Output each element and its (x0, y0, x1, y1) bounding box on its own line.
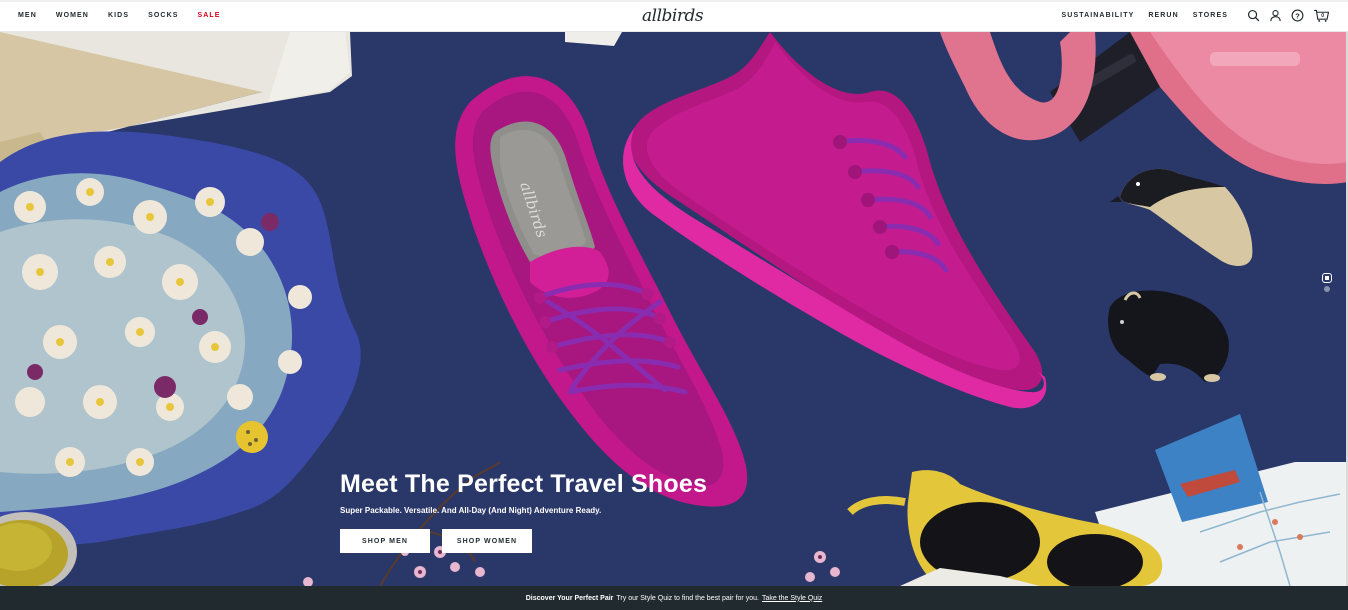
nav-sale[interactable]: SALE (198, 12, 221, 19)
carousel-dots (1322, 273, 1332, 296)
hero-subtitle: Super Packable. Versatile. And All-Day (… (340, 506, 602, 515)
nav-women[interactable]: WOMEN (56, 12, 89, 19)
svg-text:?: ? (1295, 11, 1300, 20)
carousel-dot-1[interactable] (1322, 273, 1332, 283)
style-quiz-link[interactable]: Take the Style Quiz (762, 595, 822, 602)
nav-stores[interactable]: STORES (1193, 12, 1228, 19)
nav-socks[interactable]: SOCKS (148, 12, 178, 19)
style-quiz-bar: Discover Your Perfect Pair Try our Style… (0, 586, 1348, 610)
hero-image: allbirds (0, 32, 1348, 586)
carousel-dot-2[interactable] (1324, 286, 1330, 292)
primary-nav: MEN WOMEN KIDS SOCKS SALE (18, 12, 240, 19)
nav-rerun[interactable]: RERUN (1148, 12, 1178, 19)
secondary-nav: SUSTAINABILITY RERUN STORES ? 0 (1048, 9, 1330, 23)
hero-banner: allbirds Meet The Perfect Travel Shoes S… (0, 32, 1348, 586)
cart-icon[interactable]: 0 (1312, 9, 1330, 23)
cart-count: 0 (1321, 13, 1324, 19)
nav-kids[interactable]: KIDS (108, 12, 129, 19)
shop-men-button[interactable]: SHOP MEN (340, 529, 430, 553)
hero-title: Meet The Perfect Travel Shoes (340, 470, 708, 498)
promo-bold-text: Discover Your Perfect Pair (525, 594, 614, 602)
shop-women-button[interactable]: SHOP WOMEN (442, 529, 532, 553)
nav-sustainability[interactable]: SUSTAINABILITY (1062, 12, 1135, 19)
promo-text: Try our Style Quiz to find the best pair… (616, 594, 759, 602)
help-icon[interactable]: ? (1290, 9, 1304, 23)
account-icon[interactable] (1268, 9, 1282, 23)
nav-men[interactable]: MEN (18, 12, 37, 19)
brand-logo[interactable]: allbirds (642, 5, 706, 27)
header-icons: ? 0 (1238, 9, 1330, 23)
site-header: MEN WOMEN KIDS SOCKS SALE allbirds SUSTA… (0, 0, 1348, 32)
search-icon[interactable] (1246, 9, 1260, 23)
